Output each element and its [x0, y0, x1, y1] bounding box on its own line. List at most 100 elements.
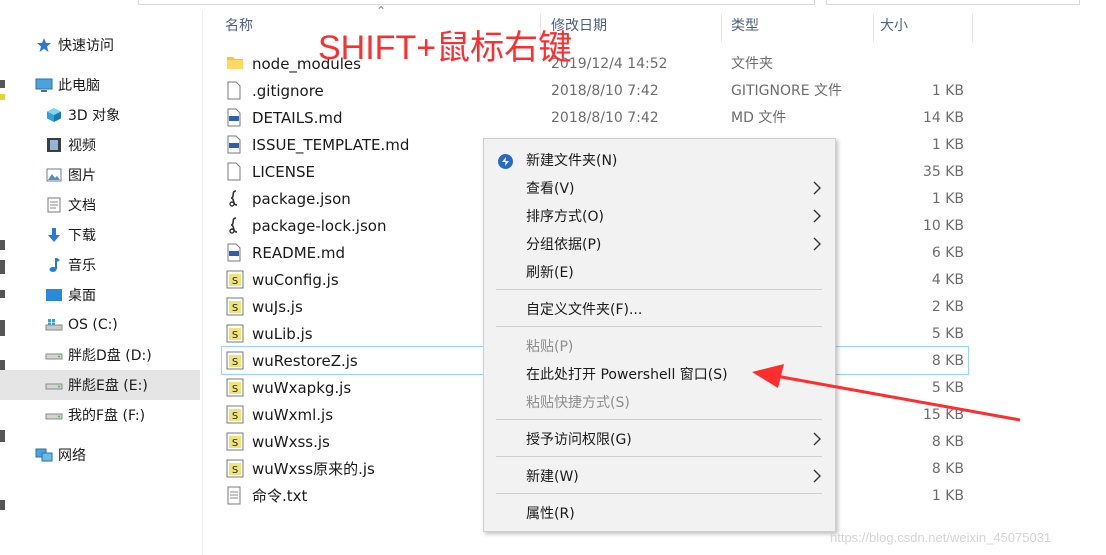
sort-ascending-icon: ⌃: [376, 4, 387, 18]
column-header-type[interactable]: 类型: [731, 10, 759, 40]
file-size: 1 KB: [931, 191, 964, 207]
context-menu: 新建文件夹(N) 查看(V) 排序方式(O) 分组依据(P) 刷新(E) 自定义文件夹(F…: [483, 138, 836, 532]
sidebar-item-label: 下载: [68, 228, 96, 244]
file-size: 8 KB: [931, 461, 964, 477]
context-menu-item[interactable]: 授予访问权限(G): [484, 426, 835, 454]
sidebar-item[interactable]: OS (C:): [0, 310, 200, 340]
search-box[interactable]: [826, 0, 1080, 5]
context-menu-item-label: 排序方式(O): [526, 209, 604, 225]
file-name: DETAILS.md: [252, 109, 343, 127]
file-name: wuWxapkg.js: [252, 379, 352, 397]
sidebar-item[interactable]: 音乐: [0, 250, 200, 280]
sidebar-item[interactable]: 视频: [0, 130, 200, 160]
context-menu-item[interactable]: 查看(V): [484, 175, 835, 203]
file-type: GITIGNORE 文件: [731, 83, 843, 99]
music-icon: [44, 255, 64, 275]
file-size: 1 KB: [931, 137, 964, 153]
sidebar-item[interactable]: 3D 对象: [0, 100, 200, 130]
column-divider[interactable]: [972, 14, 973, 42]
picture-icon: [44, 165, 64, 185]
file-name: wuRestoreZ.js: [252, 352, 358, 370]
context-menu-item[interactable]: 自定义文件夹(F)...: [484, 296, 835, 324]
sidebar-item-label: 视频: [68, 138, 96, 154]
file-date: 2018/8/10 7:42: [551, 110, 659, 126]
file-icon: [226, 162, 244, 181]
svg-text:S: S: [232, 438, 238, 449]
file-size: 10 KB: [922, 218, 964, 234]
sidebar-item[interactable]: 网络: [0, 440, 200, 470]
drive-icon: [44, 345, 64, 365]
js-file-icon: S: [226, 378, 244, 397]
file-name: package.json: [252, 190, 351, 208]
file-row[interactable]: .gitignore 2018/8/10 7:42 GITIGNORE 文件 1 KB: [222, 77, 968, 104]
annotation-arrow: [752, 364, 1021, 422]
text-file-icon: [226, 486, 244, 505]
sidebar-item[interactable]: 我的F盘 (F:): [0, 400, 200, 430]
svg-text:S: S: [232, 357, 238, 368]
sidebar-item[interactable]: 桌面: [0, 280, 200, 310]
js-file-icon: S: [226, 351, 244, 370]
pane-divider[interactable]: [202, 10, 203, 555]
sidebar-item-label: OS (C:): [68, 317, 118, 333]
chevron-right-icon: [811, 468, 823, 484]
svg-text:S: S: [232, 384, 238, 395]
json-file-icon: [226, 189, 244, 208]
js-file-icon: S: [226, 459, 244, 478]
context-menu-item[interactable]: 新建文件夹(N): [484, 147, 835, 175]
context-menu-item[interactable]: 新建(W): [484, 463, 835, 491]
file-name: .gitignore: [252, 82, 324, 100]
cube-icon: [44, 105, 64, 125]
context-menu-item[interactable]: 粘贴(P): [484, 333, 835, 361]
chevron-right-icon: [811, 180, 823, 196]
js-file-icon: S: [226, 405, 244, 424]
film-icon: [44, 135, 64, 155]
file-name: 命令.txt: [252, 487, 308, 505]
column-divider[interactable]: [721, 14, 722, 42]
context-menu-item[interactable]: 排序方式(O): [484, 203, 835, 231]
file-icon: [226, 81, 244, 100]
sidebar-item[interactable]: 下载: [0, 220, 200, 250]
context-menu-item[interactable]: 属性(R): [484, 500, 835, 528]
watermark: https://blog.csdn.net/weixin_45075031: [830, 530, 1052, 545]
file-size: 1 KB: [931, 488, 964, 504]
download-icon: [44, 225, 64, 245]
sidebar-item-label: 3D 对象: [68, 108, 121, 124]
file-name: README.md: [252, 244, 346, 262]
context-menu-item-label: 属性(R): [526, 506, 575, 522]
sidebar-item[interactable]: 此电脑: [0, 70, 200, 100]
menu-separator: [496, 326, 822, 327]
context-menu-item-label: 分组依据(P): [526, 237, 602, 253]
sidebar-item-label: 文档: [68, 198, 96, 214]
md-file-icon: [226, 108, 244, 127]
sidebar-item-label: 桌面: [68, 288, 96, 304]
file-name: package-lock.json: [252, 217, 387, 235]
svg-text:S: S: [232, 330, 238, 341]
context-menu-item-label: 新建文件夹(N): [526, 153, 618, 169]
file-size: 6 KB: [931, 245, 964, 261]
sidebar-item-label: 图片: [68, 168, 96, 184]
column-divider[interactable]: [873, 14, 874, 42]
address-bar[interactable]: [138, 0, 815, 5]
sidebar-item-label: 快速访问: [58, 38, 114, 54]
sidebar-item[interactable]: 胖彪D盘 (D:): [0, 340, 200, 370]
column-header-name[interactable]: 名称: [225, 10, 253, 40]
sidebar-item[interactable]: 文档: [0, 190, 200, 220]
column-header-size[interactable]: 大小: [880, 10, 908, 40]
file-name: wuLib.js: [252, 325, 313, 343]
sidebar-item[interactable]: 图片: [0, 160, 200, 190]
sidebar-item[interactable]: 快速访问: [0, 30, 200, 60]
sidebar-item-label: 胖彪D盘 (D:): [68, 348, 152, 364]
sidebar-item[interactable]: 胖彪E盘 (E:): [0, 370, 200, 400]
file-row[interactable]: DETAILS.md 2018/8/10 7:42 MD 文件 14 KB: [222, 104, 968, 131]
file-size: 5 KB: [931, 326, 964, 342]
file-type: 文件夹: [731, 56, 773, 72]
svg-text:S: S: [232, 276, 238, 287]
js-file-icon: S: [226, 324, 244, 343]
sidebar-item-label: 此电脑: [58, 78, 100, 94]
desktop-icon: [44, 285, 64, 305]
context-menu-item[interactable]: 分组依据(P): [484, 231, 835, 259]
file-name: LICENSE: [252, 163, 315, 181]
file-size: 1 KB: [931, 83, 964, 99]
context-menu-item[interactable]: 刷新(E): [484, 259, 835, 287]
menu-separator: [496, 456, 822, 457]
